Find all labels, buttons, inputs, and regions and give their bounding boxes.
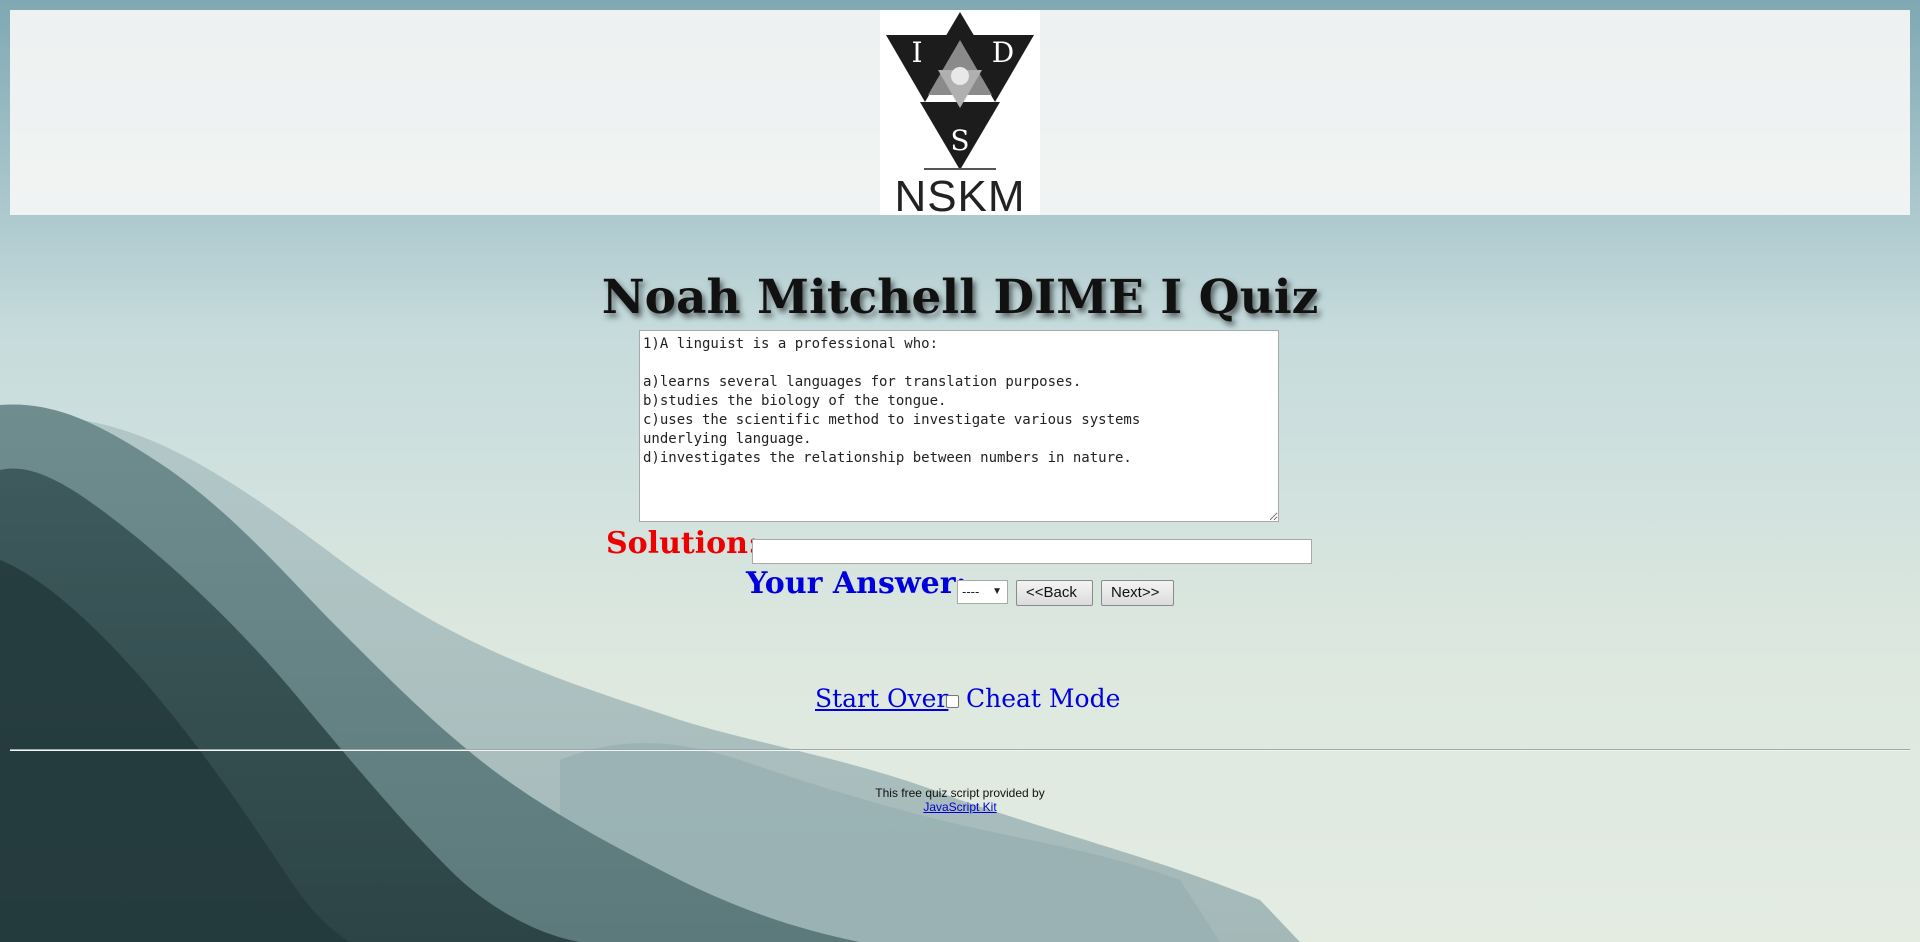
ids-triangle-icon: I D S (886, 12, 1034, 170)
answer-selected-value: ---- (962, 584, 980, 599)
page-title: Noah Mitchell DIME I Quiz (601, 270, 1319, 325)
logo-caption: NSKM (894, 172, 1026, 221)
back-button[interactable]: <<Back (1016, 580, 1093, 606)
cheat-mode-checkbox[interactable] (946, 695, 959, 708)
question-textarea[interactable]: 1)A linguist is a professional who: a)le… (639, 330, 1279, 522)
solution-field[interactable] (752, 539, 1312, 564)
answer-select[interactable]: ---- ▼ (957, 580, 1008, 604)
logo-letter-i: I (911, 36, 922, 69)
page: I D S NSKM Noah Mitchell DIME I Quiz 1)A… (0, 0, 1920, 942)
nskm-logo: I D S NSKM (880, 10, 1040, 221)
javascript-kit-link[interactable]: JavaScript Kit (923, 800, 996, 814)
solution-label: Solution: (606, 526, 760, 561)
logo-letter-s: S (950, 124, 969, 157)
footer-divider (10, 749, 1910, 751)
logo-letter-d: D (992, 36, 1014, 69)
answer-label: Your Answer: (746, 566, 967, 601)
next-button[interactable]: Next>> (1101, 580, 1174, 606)
chevron-down-icon: ▼ (992, 586, 1002, 597)
cheat-mode-label: Cheat Mode (966, 684, 1121, 713)
footer-link-wrap: JavaScript Kit (0, 800, 1920, 814)
footer-credit: This free quiz script provided by (875, 786, 1045, 800)
start-over-link[interactable]: Start Over (815, 684, 948, 713)
logo-divider (924, 168, 996, 170)
